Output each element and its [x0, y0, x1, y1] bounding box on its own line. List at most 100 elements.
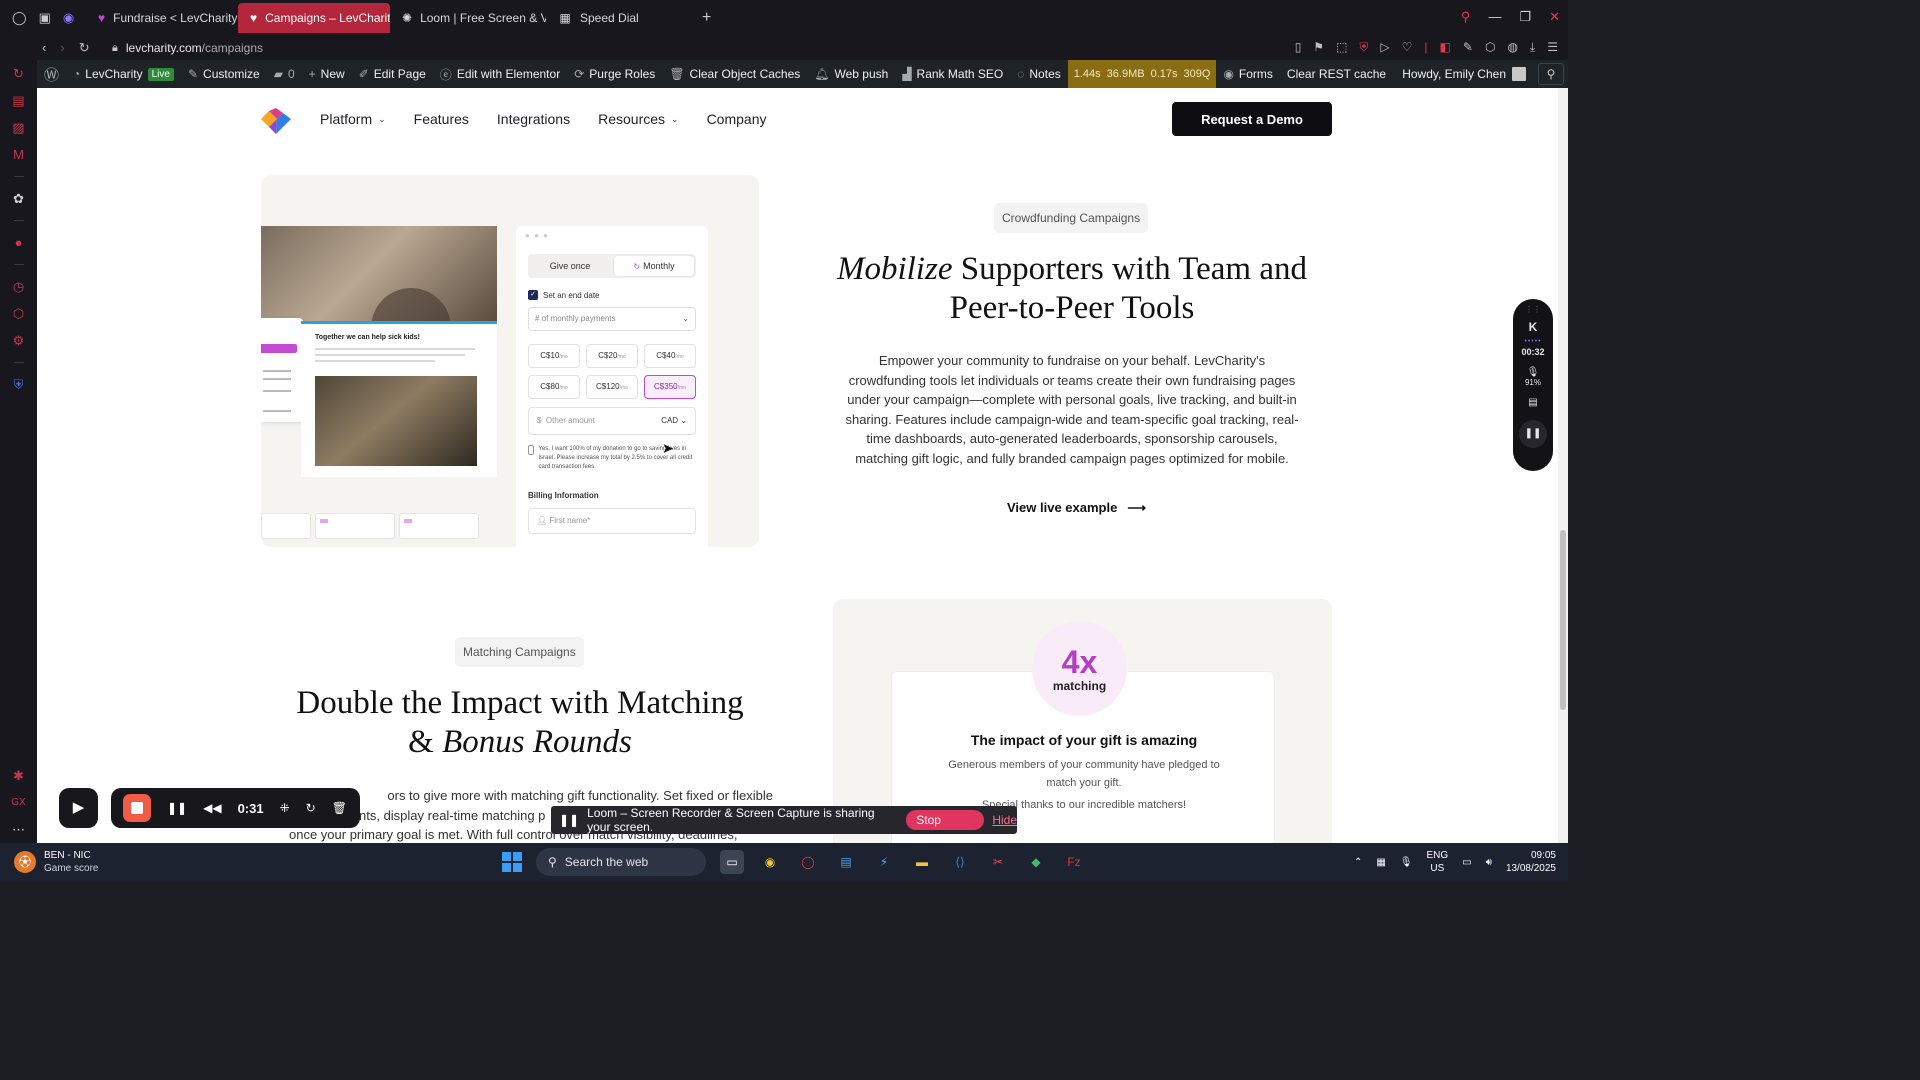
clock[interactable]: 09:05 13/08/2025 — [1506, 849, 1556, 875]
pen-icon[interactable]: ✎ — [1463, 40, 1473, 55]
download-icon[interactable]: ⤓ — [1530, 40, 1535, 55]
restart-icon[interactable]: ↻ — [306, 801, 316, 815]
sidebar-app-icon[interactable]: ✱ — [13, 762, 24, 789]
chrome-icon[interactable]: ◉ — [758, 850, 782, 874]
extensions-icon[interactable]: ⬡ — [13, 300, 24, 327]
language-indicator[interactable]: ENG US — [1427, 849, 1449, 875]
nav-features[interactable]: Features — [414, 111, 469, 127]
tab-fundraise[interactable]: ♥ Fundraise < LevCharity — — [86, 3, 238, 33]
stop-recording-button[interactable] — [123, 794, 151, 822]
other-amount-input[interactable]: $ Other amount CAD ⌄ — [528, 407, 696, 435]
nav-resources[interactable]: Resources ⌄ — [598, 111, 678, 127]
start-button[interactable] — [502, 852, 522, 872]
wp-edit-page[interactable]: ✐ Edit Page — [352, 60, 433, 88]
pause-icon[interactable]: ❚❚ — [167, 801, 187, 815]
view-live-example-link[interactable]: View live example ⟶ — [1007, 500, 1146, 516]
wp-clear-rest-cache[interactable]: Clear REST cache — [1280, 60, 1393, 88]
draw-icon[interactable]: ⁜ — [280, 801, 290, 815]
wp-forms[interactable]: ◉ Forms — [1216, 60, 1279, 88]
extension-icon[interactable]: ◉ — [63, 10, 74, 26]
gx-icon[interactable]: ▨ — [12, 114, 24, 141]
search-icon[interactable]: ⚲ — [1538, 63, 1564, 85]
wp-customize[interactable]: ✎ Customize — [181, 60, 267, 88]
url-field[interactable]: levcharity.com/campaigns — [126, 41, 263, 55]
filezilla-icon[interactable]: Fz — [1062, 850, 1086, 874]
menu-icon[interactable]: ☰ — [1547, 40, 1558, 55]
reload-icon[interactable]: ↻ — [79, 40, 90, 56]
task-view-icon[interactable]: ▭ — [720, 850, 744, 874]
forward-icon[interactable]: › — [60, 40, 64, 56]
close-icon[interactable]: ✕ — [1549, 9, 1560, 25]
monthly-option[interactable]: ↻ Monthly — [614, 256, 694, 276]
search-tabs-icon[interactable]: ⚲ — [1461, 9, 1471, 25]
wp-web-push[interactable]: 🔔︎ Web push — [807, 60, 895, 88]
amount-option[interactable]: C$10/mo — [528, 344, 580, 368]
amount-option[interactable]: C$80/mo — [528, 375, 580, 399]
wp-purge-roles[interactable]: ⟳ Purge Roles — [567, 60, 662, 88]
page-scrollbar[interactable] — [1558, 88, 1568, 843]
tab-loom[interactable]: ✺ Loom | Free Screen & Vid — [390, 3, 546, 33]
file-explorer-icon[interactable]: ▬ — [910, 850, 934, 874]
pin-icon[interactable]: ⚑ — [1313, 40, 1324, 55]
notepad-icon[interactable]: ▤ — [834, 850, 858, 874]
widgets-button[interactable]: ⚽︎ BEN - NIC Game score — [14, 849, 98, 875]
wp-site-menu[interactable]: ◔ LevCharity Live — [66, 60, 181, 88]
power-automate-icon[interactable]: ⚡︎ — [872, 850, 896, 874]
profile-icon[interactable]: ◍ — [1507, 40, 1517, 55]
chatgpt-icon[interactable]: ✿ — [13, 185, 24, 212]
amount-option[interactable]: C$20/mo — [586, 344, 638, 368]
nav-company[interactable]: Company — [707, 111, 767, 127]
opera-icon[interactable]: ◯ — [796, 850, 820, 874]
first-name-input[interactable]: 👤︎ First name* — [528, 508, 696, 534]
heart-icon[interactable]: ♡ — [1402, 40, 1413, 55]
back-icon[interactable]: ‹ — [42, 40, 46, 56]
camera-toggle-button[interactable]: ▶︎ — [59, 788, 98, 828]
rewind-icon[interactable]: ◀◀ — [203, 801, 221, 815]
network-icon[interactable]: ▭ — [1462, 857, 1471, 868]
wp-comments[interactable]: ▰ 0 — [267, 60, 302, 88]
gx-corner-icon[interactable]: GX — [11, 789, 25, 816]
loom-extension-icon[interactable]: ◧ — [1440, 40, 1451, 55]
chevron-up-icon[interactable]: ⌃ — [1354, 857, 1362, 868]
wp-rank-math[interactable]: ▟ Rank Math SEO — [895, 60, 1010, 88]
snapshot-icon[interactable]: ⬚ — [1336, 40, 1347, 55]
query-monitor-stats[interactable]: 1.44s 36.9MB 0.17s 309Q — [1067, 60, 1217, 88]
taskbar-search[interactable]: ⚲ Search the web — [536, 848, 706, 876]
drag-handle-icon[interactable]: ⋮⋮ — [1525, 305, 1541, 314]
shield-icon[interactable]: ⛨ — [1359, 40, 1368, 55]
give-once-option[interactable]: Give once — [528, 254, 612, 278]
settings-icon[interactable]: ⚙ — [13, 327, 25, 354]
more-icon[interactable]: ⋯ — [12, 816, 25, 843]
amount-option-selected[interactable]: C$350/mo — [644, 375, 696, 399]
messenger-icon[interactable]: M — [13, 141, 24, 168]
tab-speed-dial[interactable]: ▦ Speed Dial — [546, 3, 698, 33]
wallet-icon[interactable]: ▤ — [12, 87, 24, 114]
amount-option[interactable]: C$120/mo — [586, 375, 638, 399]
levcharity-logo[interactable] — [261, 108, 291, 134]
wp-new[interactable]: + New — [302, 60, 352, 88]
new-tab-button[interactable]: + — [702, 9, 711, 27]
wp-logo-menu[interactable]: Ⓦ — [37, 60, 66, 88]
history-icon[interactable]: ◷ — [13, 273, 24, 300]
nav-platform[interactable]: Platform ⌄ — [320, 111, 386, 127]
amount-option[interactable]: C$40/mo — [644, 344, 696, 368]
end-date-checkbox[interactable]: ✓ Set an end date — [528, 290, 600, 300]
play-icon[interactable]: ▷ — [1380, 40, 1389, 55]
snipping-tool-icon[interactable]: ✂︎ — [986, 850, 1010, 874]
workspace-icon[interactable]: ▣ — [39, 10, 51, 26]
tray-app-icon[interactable]: ▦ — [1376, 857, 1385, 868]
trash-icon[interactable]: 🗑︎ — [332, 801, 347, 815]
restore-icon[interactable]: ❐ — [1519, 9, 1531, 25]
currency-select[interactable]: CAD ⌄ — [661, 408, 687, 434]
tab-campaigns[interactable]: ♥ Campaigns – LevCharity — [238, 3, 390, 33]
minimize-icon[interactable]: — — [1488, 9, 1501, 25]
microphone-icon[interactable]: 🎙︎ — [1527, 367, 1540, 378]
wp-clear-object-caches[interactable]: 🗑︎ Clear Object Caches — [662, 60, 807, 88]
hide-link[interactable]: Hide — [992, 813, 1017, 827]
record-icon[interactable]: ● — [15, 229, 23, 256]
wp-account-menu[interactable]: Howdy, Emily Chen — [1402, 60, 1526, 88]
notes-icon[interactable]: ▤ — [1528, 397, 1537, 408]
microphone-icon[interactable]: 🎙︎ — [1400, 857, 1413, 868]
vscode-icon[interactable]: ⟨⟩ — [948, 850, 972, 874]
monthly-payments-select[interactable]: # of monthly payments ⌄ — [528, 307, 696, 331]
